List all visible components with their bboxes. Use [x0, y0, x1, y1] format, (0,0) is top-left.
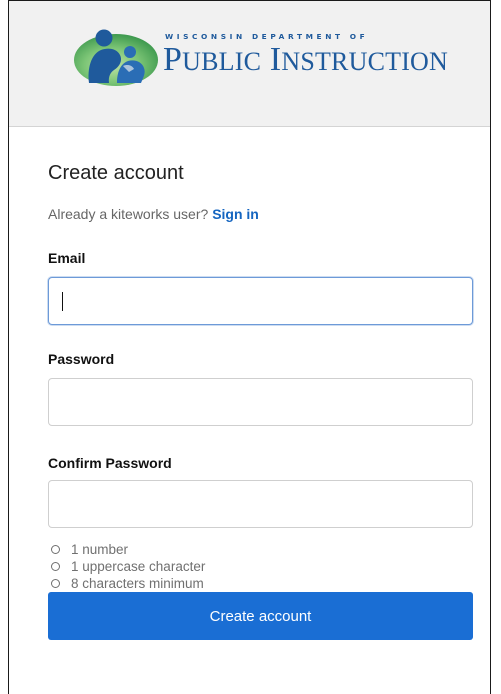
radio-circle-icon [51, 562, 60, 571]
requirement-text: 1 number [71, 542, 129, 557]
signin-prompt-text: Already a kiteworks user? [48, 206, 209, 222]
email-field[interactable] [48, 277, 473, 325]
logo-top-text: WISCONSIN DEPARTMENT OF [165, 31, 369, 41]
family-icon [74, 29, 158, 86]
create-account-button[interactable]: Create account [48, 592, 473, 640]
requirement-text: 8 characters minimum [71, 576, 204, 591]
logo-main-text: PUBLIC INSTRUCTION [163, 41, 449, 79]
signin-prompt: Already a kiteworks user? Sign in [48, 206, 259, 222]
email-label: Email [48, 250, 86, 266]
sign-in-link[interactable]: Sign in [212, 206, 259, 222]
confirm-password-field[interactable] [48, 480, 473, 528]
requirement-item: 1 number [48, 541, 205, 558]
requirement-item: 1 uppercase character [48, 558, 205, 575]
page-title: Create account [48, 162, 184, 184]
confirm-password-label: Confirm Password [48, 455, 172, 471]
dpi-logo: WISCONSIN DEPARTMENT OF PUBLIC INSTRUCTI… [71, 21, 451, 89]
password-field[interactable] [48, 378, 473, 426]
radio-circle-icon [51, 579, 60, 588]
page-frame: WISCONSIN DEPARTMENT OF PUBLIC INSTRUCTI… [8, 0, 491, 694]
requirement-item: 8 characters minimum [48, 575, 205, 592]
logo-text: WISCONSIN DEPARTMENT OF PUBLIC INSTRUCTI… [163, 31, 449, 79]
header: WISCONSIN DEPARTMENT OF PUBLIC INSTRUCTI… [9, 1, 490, 127]
password-label: Password [48, 351, 115, 367]
radio-circle-icon [51, 545, 60, 554]
requirement-text: 1 uppercase character [71, 559, 206, 574]
text-cursor [62, 292, 63, 311]
password-requirements: 1 number 1 uppercase character 8 charact… [48, 541, 205, 592]
